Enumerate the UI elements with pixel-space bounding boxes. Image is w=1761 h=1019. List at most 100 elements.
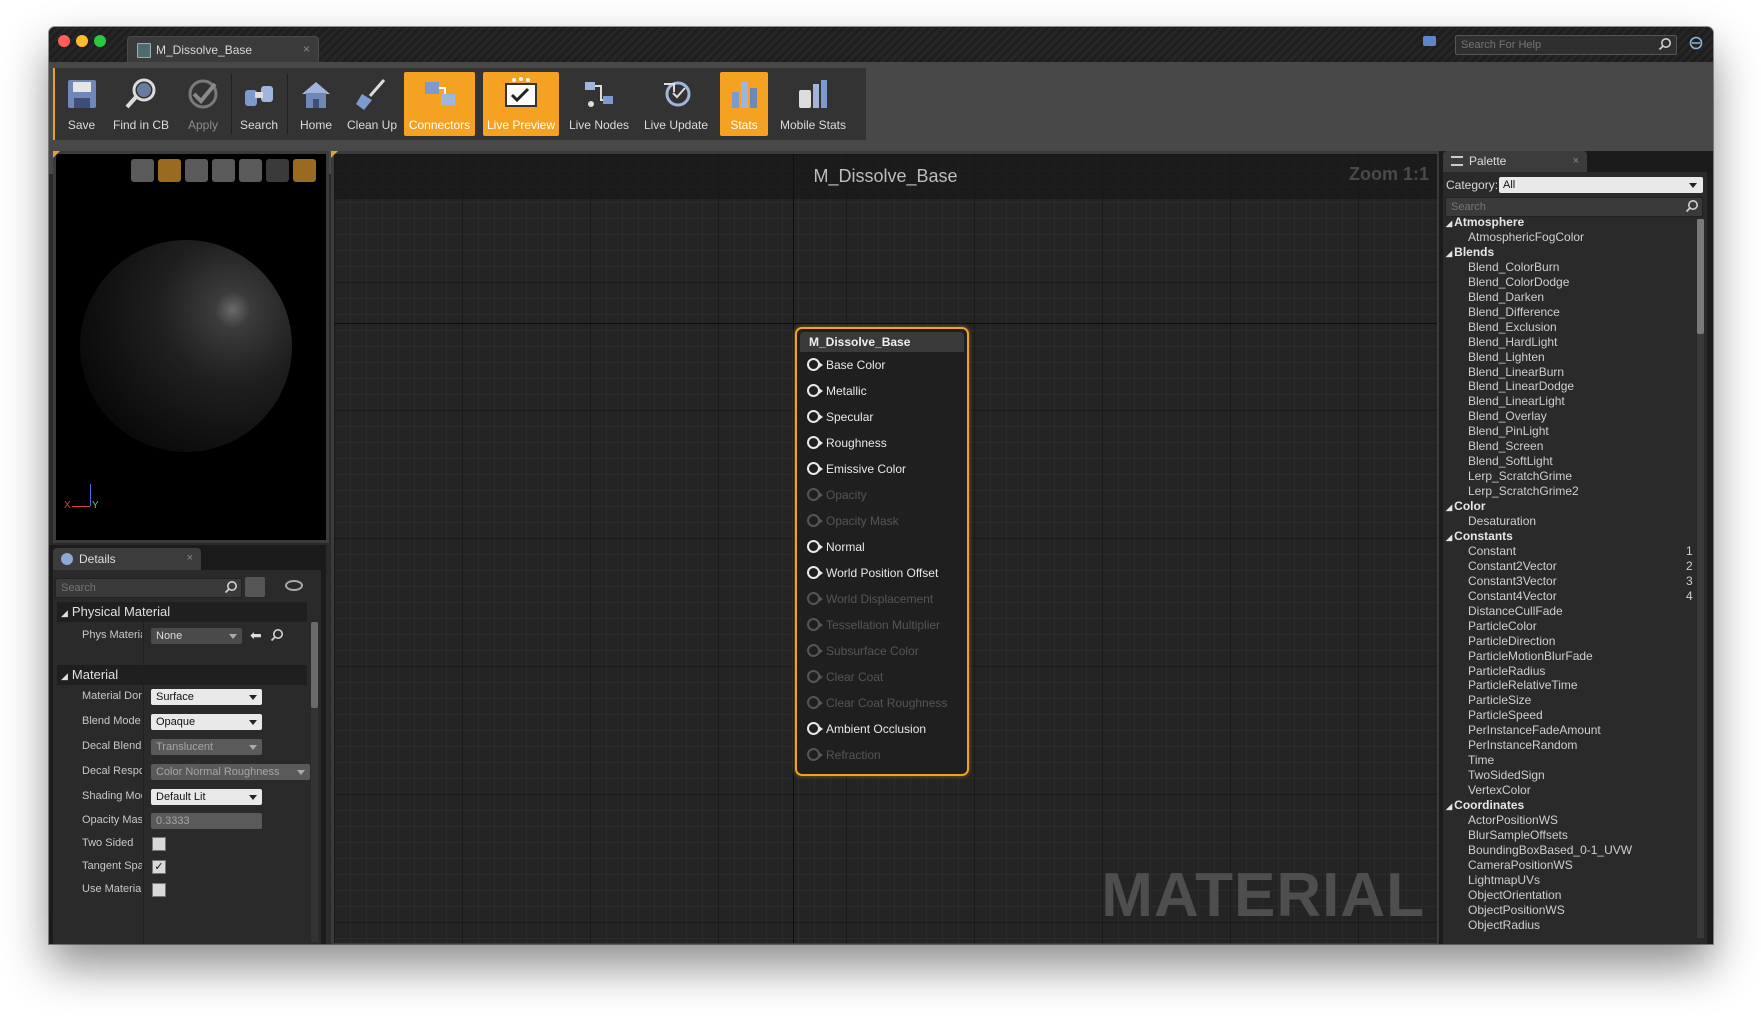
scrollbar-thumb[interactable] (311, 622, 318, 708)
pin-connector-icon[interactable] (807, 540, 823, 553)
details-tab[interactable]: Details × (53, 548, 201, 570)
find-in-cb-button[interactable]: Find in CB (108, 72, 174, 136)
palette-tab[interactable]: Palette × (1443, 151, 1587, 172)
mesh-preview-icon[interactable] (239, 159, 262, 182)
palette-item[interactable]: ObjectPositionWS (1468, 903, 1565, 918)
palette-item[interactable]: PerInstanceRandom (1468, 738, 1577, 753)
palette-item[interactable]: Blend_LinearBurn (1468, 365, 1564, 380)
preview-viewport[interactable]: X Y (53, 151, 329, 543)
grid-toggle-icon[interactable] (266, 159, 289, 182)
palette-item[interactable]: Blend_Screen (1468, 439, 1543, 454)
material-domain-combo[interactable]: Surface (151, 689, 262, 705)
search-icon[interactable] (1658, 37, 1672, 54)
pin-connector-icon[interactable] (807, 748, 823, 761)
pin-connector-icon[interactable] (807, 410, 823, 423)
pin-connector-icon[interactable] (807, 696, 823, 709)
live-update-button[interactable]: Live Update (639, 72, 713, 136)
palette-item[interactable]: CameraPositionWS (1468, 858, 1573, 873)
palette-item[interactable]: LightmapUVs (1468, 873, 1540, 888)
search-icon[interactable] (224, 580, 238, 597)
pin-connector-icon[interactable] (807, 488, 823, 501)
pin-connector-icon[interactable] (807, 436, 823, 449)
use-selected-arrow-icon[interactable]: ⬅ (250, 627, 262, 644)
pin-connector-icon[interactable] (807, 644, 823, 657)
pin-connector-icon[interactable] (807, 722, 823, 735)
decal-blend-combo[interactable]: Translucent (151, 739, 262, 755)
connectors-button[interactable]: Connectors (404, 72, 475, 136)
palette-category-header[interactable]: ◢ Coordinates (1446, 798, 1524, 813)
palette-item[interactable]: Lerp_ScratchGrime2 (1468, 484, 1579, 499)
palette-item[interactable]: ParticleSize (1468, 693, 1531, 708)
node-pin[interactable]: Refraction (807, 747, 881, 763)
palette-item[interactable]: Blend_HardLight (1468, 335, 1557, 350)
view-options-grid-icon[interactable] (245, 577, 265, 597)
feedback-icon[interactable] (1423, 36, 1436, 46)
physical-material-section-header[interactable]: ◢ Physical Material (57, 602, 307, 622)
palette-item[interactable]: BlurSampleOffsets (1468, 828, 1568, 843)
browse-search-icon[interactable] (270, 628, 284, 645)
node-pin[interactable]: Clear Coat (807, 669, 883, 685)
palette-item[interactable]: Blend_ColorDodge (1468, 275, 1569, 290)
help-refresh-icon[interactable] (1689, 36, 1703, 53)
palette-category-header[interactable]: ◢ Color (1446, 499, 1486, 514)
palette-item[interactable]: AtmosphericFogColor (1468, 230, 1584, 245)
tangent-space-checkbox[interactable]: ✓ (152, 860, 166, 874)
palette-item[interactable]: ParticleMotionBlurFade (1468, 649, 1593, 664)
palette-item[interactable]: ParticleSpeed (1468, 708, 1543, 723)
blend-mode-combo[interactable]: Opaque (151, 714, 262, 730)
node-pin[interactable]: Specular (807, 409, 873, 425)
node-pin[interactable]: Roughness (807, 435, 887, 451)
node-pin[interactable]: Normal (807, 539, 865, 555)
cube-preview-icon[interactable] (212, 159, 235, 182)
palette-item[interactable]: Blend_Difference (1468, 305, 1560, 320)
palette-item[interactable]: Blend_Darken (1468, 290, 1544, 305)
close-window-button[interactable] (58, 35, 70, 47)
palette-item[interactable]: Time (1468, 753, 1494, 768)
details-search-input[interactable] (56, 579, 226, 597)
pin-connector-icon[interactable] (807, 592, 823, 605)
pin-connector-icon[interactable] (807, 618, 823, 631)
node-pin[interactable]: Subsurface Color (807, 643, 919, 659)
live-nodes-button[interactable]: Live Nodes (566, 72, 632, 136)
two-sided-checkbox[interactable] (152, 837, 166, 851)
shading-model-combo[interactable]: Default Lit (151, 789, 262, 805)
node-pin[interactable]: Metallic (807, 383, 867, 399)
node-pin[interactable]: Opacity Mask (807, 513, 899, 529)
clean-up-button[interactable]: Clean Up (344, 72, 400, 136)
palette-item[interactable]: PerInstanceFadeAmount (1468, 723, 1601, 738)
scrollbar-thumb[interactable] (1697, 219, 1704, 334)
palette-item[interactable]: TwoSidedSign (1468, 768, 1545, 783)
live-preview-button[interactable]: Live Preview (483, 72, 559, 136)
palette-item[interactable]: Blend_SoftLight (1468, 454, 1553, 469)
search-button[interactable]: Search (234, 72, 284, 136)
details-close-icon[interactable]: × (187, 552, 193, 564)
realtime-toggle-icon[interactable] (293, 159, 316, 182)
pin-connector-icon[interactable] (807, 670, 823, 683)
material-result-node[interactable]: M_Dissolve_Base Base Color Metallic Specul… (795, 327, 969, 776)
pin-connector-icon[interactable] (807, 358, 823, 371)
pin-connector-icon[interactable] (807, 514, 823, 527)
node-pin[interactable]: Opacity (807, 487, 867, 503)
minimize-window-button[interactable] (76, 35, 88, 47)
search-icon[interactable] (1685, 199, 1699, 216)
eye-icon[interactable] (285, 580, 303, 591)
palette-item[interactable]: DistanceCullFade (1468, 604, 1563, 619)
palette-item[interactable]: Blend_ColorBurn (1468, 260, 1559, 275)
palette-close-icon[interactable]: × (1573, 155, 1579, 167)
palette-item[interactable]: ParticleRelativeTime (1468, 678, 1578, 693)
cylinder-preview-icon[interactable] (131, 159, 154, 182)
sphere-preview-icon[interactable] (158, 159, 181, 182)
stats-button[interactable]: Stats (720, 72, 768, 136)
decal-response-combo[interactable]: Color Normal Roughness (151, 764, 310, 780)
palette-item[interactable]: ObjectOrientation (1468, 888, 1561, 903)
palette-category-header[interactable]: ◢ Constants (1446, 529, 1513, 544)
node-pin[interactable]: Emissive Color (807, 461, 906, 477)
palette-item[interactable]: Blend_Overlay (1468, 409, 1547, 424)
node-pin[interactable]: Tessellation Multiplier (807, 617, 940, 633)
palette-search-input[interactable] (1446, 198, 1686, 216)
node-pin[interactable]: World Position Offset (807, 565, 938, 581)
material-graph[interactable]: M_Dissolve_Base Zoom 1:1 MATERIAL M_Diss… (331, 151, 1440, 944)
node-pin[interactable]: World Displacement (807, 591, 933, 607)
help-search-input[interactable] (1456, 36, 1662, 54)
phys-material-combo[interactable]: None (151, 628, 242, 644)
